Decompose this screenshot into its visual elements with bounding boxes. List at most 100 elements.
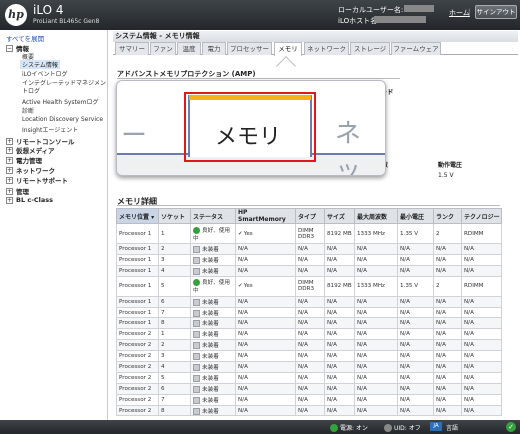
table-row: Processor 2 6 未装着 N/A N/A N/A N/A N/A N/A N/A — [116, 382, 502, 395]
expand-icon[interactable]: + — [6, 187, 13, 195]
cell-size-text: N/A — [327, 267, 337, 274]
sidebar-section-virtual-media[interactable]: + 仮想メディア — [6, 145, 55, 155]
tab-fans[interactable]: ファン — [150, 42, 176, 55]
home-link[interactable]: ホーム — [449, 8, 470, 18]
sidebar-section-label: 仮想メディア — [16, 147, 55, 155]
tab-bar: サマリー ファン 温度 電力 プロセッサー メモリ ネットワーク ストレージ フ… — [113, 42, 518, 56]
col-max-frequency[interactable]: 最大周波数 — [354, 208, 398, 224]
power-status-label: 電源: オン — [340, 425, 368, 432]
sidebar-item-ilo-event-log[interactable]: iLOイベントログ — [22, 69, 68, 78]
cell-socket-text: 3 — [161, 256, 165, 263]
sidebar-item-system-info[interactable]: システム情報 — [20, 60, 60, 69]
sidebar-item-ahs-log[interactable]: Active Health Systemログ — [22, 97, 98, 106]
col-type[interactable]: タイプ — [295, 208, 325, 224]
cell-size: N/A — [324, 350, 355, 363]
language-label[interactable]: 言語 — [446, 423, 458, 432]
cell-location-text: Processor 2 — [119, 363, 152, 370]
col-memory-location[interactable]: メモリ位置 ▾ — [116, 208, 159, 224]
table-row: Processor 1 1 良好、使用中 ✓Yes DIMM DDR3 8192 MB 13… — [116, 223, 502, 244]
signout-button[interactable]: サインアウト — [475, 5, 517, 19]
cell-size-text: N/A — [327, 353, 337, 360]
col-hp-smartmemory[interactable]: HP SmartMemory — [235, 208, 296, 224]
sidebar-section-power-management[interactable]: + 電力管理 — [6, 155, 42, 165]
col-socket[interactable]: ソケット — [158, 208, 191, 224]
redacted-hostname — [374, 16, 426, 23]
sidebar-item-insight-agent[interactable]: Insightエージェント — [22, 125, 78, 134]
cell-voltage: N/A — [397, 328, 434, 341]
tab-firmware[interactable]: ファームウェア — [391, 42, 441, 55]
sidebar-item-location-discovery[interactable]: Location Discovery Service — [22, 116, 103, 123]
col-min-voltage[interactable]: 最小電圧 — [397, 208, 434, 224]
sidebar-item-diagnostics[interactable]: 診断 — [22, 106, 34, 115]
cell-size-text: N/A — [327, 407, 337, 414]
status-not-installed-icon — [193, 331, 200, 339]
cell-socket-text: 1 — [161, 230, 165, 237]
col-size[interactable]: サイズ — [324, 208, 355, 224]
tab-storage[interactable]: ストレージ — [350, 42, 390, 55]
cell-rank: N/A — [433, 350, 462, 363]
tab-temperature[interactable]: 温度 — [177, 42, 201, 55]
expand-icon[interactable]: + — [6, 137, 13, 145]
tab-summary[interactable]: サマリー — [115, 42, 149, 55]
cell-size: N/A — [324, 328, 355, 341]
cell-rank: N/A — [433, 295, 462, 308]
expand-icon[interactable]: + — [6, 156, 13, 164]
cell-frequency: N/A — [354, 317, 398, 330]
cell-status-text: 未装着 — [202, 354, 219, 361]
power-status[interactable]: 電源: オン — [330, 423, 368, 432]
tab-memory[interactable]: メモリ — [274, 42, 302, 56]
col-rank[interactable]: ランク — [433, 208, 462, 224]
tab-network[interactable]: ネットワーク — [304, 42, 349, 55]
tab-processors[interactable]: プロセッサー — [227, 42, 272, 55]
tab-power[interactable]: 電力 — [202, 42, 226, 55]
cell-location: Processor 2 — [116, 328, 159, 341]
language-icon[interactable]: JA — [430, 422, 442, 431]
cell-technology-text: N/A — [464, 256, 474, 263]
table-row: Processor 2 7 未装着 N/A N/A N/A N/A N/A N/A N/A — [116, 393, 502, 406]
cell-voltage-text: N/A — [400, 331, 410, 338]
col-technology[interactable]: テクノロジー — [461, 208, 502, 224]
expand-icon[interactable]: + — [6, 146, 13, 154]
col-status[interactable]: ステータス — [190, 208, 236, 224]
expand-icon[interactable]: + — [6, 176, 13, 184]
cell-voltage: N/A — [397, 306, 434, 319]
cell-voltage: N/A — [397, 264, 434, 277]
expand-icon[interactable]: + — [6, 166, 13, 174]
expand-icon[interactable]: + — [6, 196, 13, 204]
sidebar-section-bl-c-class[interactable]: + BL c-Class — [6, 196, 53, 204]
sidebar-section-administration[interactable]: + 管理 — [6, 186, 29, 196]
status-not-installed-icon — [193, 267, 200, 275]
cell-type: N/A — [295, 295, 325, 308]
cell-socket-text: 2 — [161, 342, 165, 349]
cell-status: 未装着 — [190, 371, 236, 384]
cell-type-text: N/A — [298, 298, 308, 305]
cell-status: 未装着 — [190, 361, 236, 373]
health-ok-icon[interactable]: ✓ — [506, 422, 516, 432]
cell-size: N/A — [324, 404, 355, 417]
cell-location-text: Processor 2 — [119, 331, 152, 338]
uid-status[interactable]: UID: オフ — [384, 423, 421, 432]
cell-rank-text: N/A — [436, 396, 446, 403]
cell-voltage: N/A — [397, 361, 434, 373]
cell-type-text: N/A — [298, 385, 308, 392]
cell-size: N/A — [324, 393, 355, 406]
sidebar-section-remote-support[interactable]: + リモートサポート — [6, 175, 68, 185]
cell-technology-text: N/A — [464, 363, 474, 370]
cell-smartmemory-text: N/A — [238, 385, 248, 392]
cell-smartmemory: N/A — [235, 350, 296, 363]
sidebar-section-network[interactable]: + ネットワーク — [6, 165, 55, 175]
collapse-icon[interactable]: − — [6, 44, 13, 52]
cell-voltage-text: N/A — [400, 407, 410, 414]
cell-technology-text: N/A — [464, 385, 474, 392]
cell-rank: N/A — [433, 371, 462, 384]
cell-status: 未装着 — [190, 393, 236, 406]
cell-size-text: N/A — [327, 331, 337, 338]
cell-rank-text: N/A — [436, 342, 446, 349]
cell-type-text: N/A — [298, 309, 308, 316]
cell-size-text: 8192 MB — [327, 283, 352, 290]
cell-technology: N/A — [461, 404, 502, 417]
expand-all-link[interactable]: すべてを展開 — [6, 33, 44, 43]
cell-voltage-text: N/A — [400, 245, 410, 252]
sidebar-item-iml-cont[interactable]: トログ — [22, 86, 40, 95]
cell-technology: RDIMM — [461, 275, 502, 297]
